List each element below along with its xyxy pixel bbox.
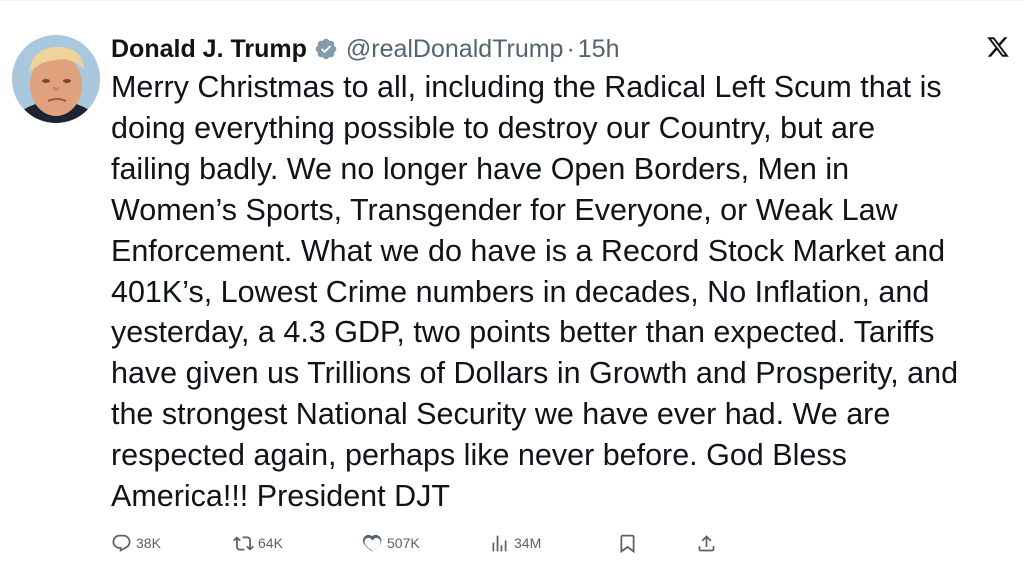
repost-count: 64K	[258, 535, 283, 551]
views-chart-icon	[492, 535, 507, 551]
tweet-text: Merry Christmas to all, including the Ra…	[111, 70, 959, 514]
x-logo-icon[interactable]	[986, 35, 1010, 59]
reply-icon	[112, 534, 131, 552]
tweet-header: Donald J. Trump @realDonaldTrump · 15h	[111, 32, 964, 66]
tweet-card[interactable]: Donald J. Trump @realDonaldTrump · 15h M…	[0, 0, 1024, 565]
repost-icon	[233, 535, 254, 551]
handle[interactable]: @realDonaldTrump	[346, 35, 564, 64]
like-count: 507K	[387, 535, 420, 551]
display-name[interactable]: Donald J. Trump	[111, 35, 307, 64]
views-count: 34M	[514, 535, 542, 551]
views-button[interactable]: 34M	[489, 529, 541, 557]
reply-button[interactable]: 38K	[111, 529, 161, 557]
like-button[interactable]: 507K	[362, 529, 420, 557]
avatar[interactable]	[12, 35, 100, 123]
bookmark-icon	[620, 534, 635, 553]
bookmark-button[interactable]	[617, 529, 642, 557]
heart-icon	[362, 534, 382, 552]
action-bar: 38K 64K 507K 34M	[111, 529, 731, 557]
timestamp[interactable]: 15h	[578, 35, 620, 64]
avatar-portrait	[12, 35, 100, 123]
share-button[interactable]	[696, 529, 721, 557]
repost-button[interactable]: 64K	[233, 529, 283, 557]
verified-badge-icon[interactable]	[314, 37, 338, 61]
separator-dot: ·	[566, 34, 575, 63]
reply-count: 38K	[136, 535, 161, 551]
share-icon	[698, 534, 715, 551]
